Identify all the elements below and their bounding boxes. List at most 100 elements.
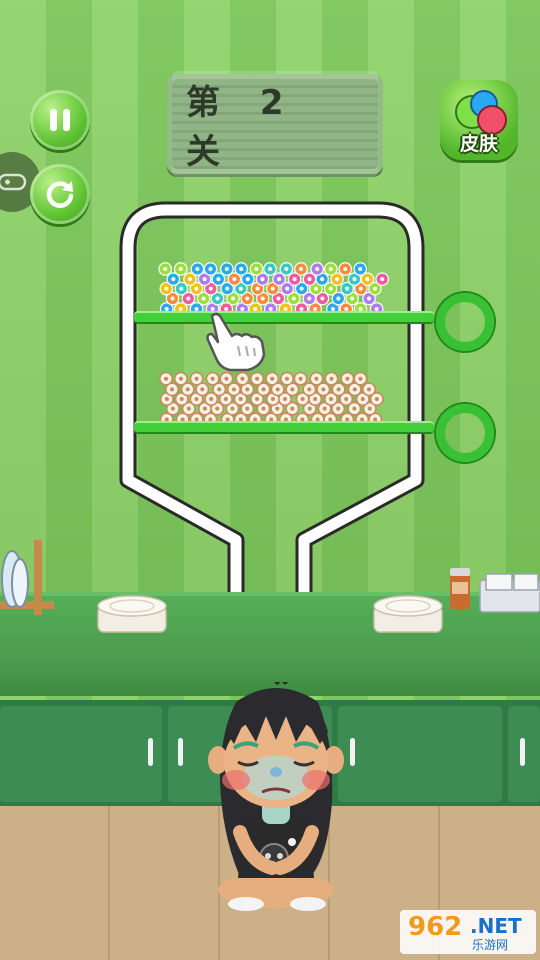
donut-hole [285, 376, 290, 381]
donut-hole [283, 397, 288, 402]
donut-hole [307, 277, 312, 282]
donut-hole [170, 406, 175, 411]
donut-hole [307, 387, 312, 392]
donut-hole [208, 286, 213, 291]
donut-hole [343, 266, 348, 271]
game-scene: 第 2 关 皮肤 962 .NET 乐游网 [0, 0, 540, 960]
donut-hole [270, 397, 275, 402]
donut-hole [270, 286, 275, 291]
spice-jar-icon [450, 568, 470, 610]
cabinet-handle [520, 738, 525, 766]
donut-hole [260, 277, 265, 282]
donut-hole [231, 296, 236, 301]
donut-hole [307, 406, 312, 411]
pin-bar-top[interactable] [134, 311, 434, 324]
donut-hole [255, 376, 260, 381]
donut-hole [186, 296, 191, 301]
donut-hole [208, 266, 213, 271]
donut-hole [200, 387, 205, 392]
donut-hole [225, 286, 230, 291]
donut-hole [335, 277, 340, 282]
cabinet-door-3 [338, 706, 502, 802]
donut-hole [275, 406, 280, 411]
donut-hole [170, 296, 175, 301]
donut-hole [215, 296, 220, 301]
donut-hole [231, 387, 236, 392]
donut-hole [224, 266, 229, 271]
donut-hole [290, 387, 295, 392]
donut-hole [238, 286, 243, 291]
colored-donut-pile [158, 262, 389, 314]
donut-hole [299, 266, 304, 271]
donut-hole [224, 376, 229, 381]
donut-hole [314, 376, 319, 381]
hungry-girl-character [208, 682, 344, 911]
donut-hole [255, 286, 260, 291]
donut-hole [215, 406, 220, 411]
donut-hole [240, 376, 245, 381]
watermark-number: 962 [408, 912, 463, 942]
donut-hole [217, 387, 222, 392]
donut-hole [358, 376, 363, 381]
donut-hole [358, 266, 363, 271]
donut-hole [367, 296, 372, 301]
donut-hole [255, 397, 260, 402]
donut-hole [328, 286, 333, 291]
donut-hole [194, 397, 199, 402]
donut-hole [298, 376, 303, 381]
dish-rack-icon [0, 540, 54, 615]
donut-hole [373, 286, 378, 291]
donut-hole [238, 397, 243, 402]
donut-hole [285, 286, 290, 291]
donut-hole [171, 277, 176, 282]
donut-hole [187, 277, 192, 282]
donut-hole [202, 406, 207, 411]
watermark-suffix: .NET [470, 914, 522, 938]
donut-hole [209, 397, 214, 402]
donut-hole [245, 277, 250, 282]
donut-hole [270, 376, 275, 381]
donut-hole [223, 397, 228, 402]
tutorial-hand-icon [206, 312, 266, 372]
donut-hole [313, 286, 318, 291]
donut-hole [350, 296, 355, 301]
donut-hole [360, 397, 365, 402]
plain-donut-pile [159, 371, 384, 424]
donut-hole [164, 286, 169, 291]
donut-hole [345, 286, 350, 291]
donut-hole [313, 397, 318, 402]
donut-hole [178, 266, 183, 271]
donut-hole [185, 387, 190, 392]
donut-hole [179, 397, 184, 402]
plate-stack-left [97, 595, 167, 633]
donut-hole [320, 296, 325, 301]
cabinet-handle [148, 738, 153, 766]
donut-hole [291, 296, 296, 301]
donut-hole [230, 406, 235, 411]
donut-hole [352, 277, 357, 282]
donut-hole [320, 277, 325, 282]
donut-hole [307, 296, 312, 301]
donut-hole [260, 296, 265, 301]
donut-hole [328, 266, 333, 271]
pin-handle-top[interactable] [436, 293, 494, 351]
donut-hole [365, 277, 370, 282]
donut-hole [232, 277, 237, 282]
pin-handle-bottom[interactable] [436, 404, 494, 462]
donut-hole [277, 277, 282, 282]
donut-hole [300, 397, 305, 402]
donut-hole [163, 266, 168, 271]
donut-hole [245, 387, 250, 392]
donut-hole [164, 397, 169, 402]
pin-bar-bottom[interactable] [134, 421, 434, 434]
donut-hole [268, 266, 273, 271]
donut-hole [210, 376, 215, 381]
donut-hole [284, 266, 289, 271]
donut-hole [195, 266, 200, 271]
donut-hole [245, 296, 250, 301]
cabinet-handle [178, 738, 183, 766]
donut-hole [352, 406, 357, 411]
donut-hole [322, 406, 327, 411]
donut-hole [336, 406, 341, 411]
donut-hole [194, 286, 199, 291]
